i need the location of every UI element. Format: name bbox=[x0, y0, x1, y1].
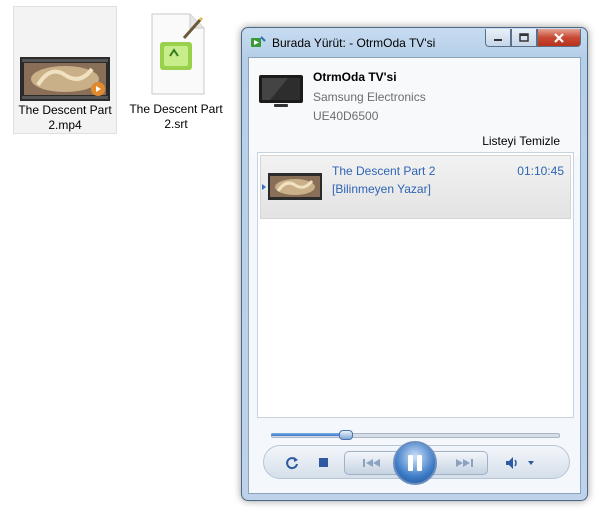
playlist-item-artist: [Bilinmeyen Yazar] bbox=[332, 182, 431, 196]
video-thumbnail bbox=[268, 173, 322, 200]
next-icon bbox=[456, 459, 473, 467]
file-name-line2: 2.mp4 bbox=[48, 118, 82, 132]
play-to-window: Burada Yürüt: - OtrmOda TV'si OtrmOda TV… bbox=[241, 27, 588, 501]
maximize-button[interactable] bbox=[511, 29, 537, 47]
tv-icon bbox=[259, 75, 303, 107]
playlist-item-title: The Descent Part 2 bbox=[332, 164, 436, 178]
window-title: Burada Yürüt: - OtrmOda TV'si bbox=[272, 36, 436, 50]
file-name-line1: The Descent Part bbox=[129, 102, 223, 116]
repeat-icon bbox=[286, 457, 298, 470]
window-client-area: OtrmOda TV'si Samsung Electronics UE40D6… bbox=[248, 57, 581, 494]
previous-icon bbox=[363, 459, 380, 467]
device-manufacturer: Samsung Electronics bbox=[313, 90, 426, 104]
playlist-item[interactable]: The Descent Part 2 [Bilinmeyen Yazar] 01… bbox=[260, 155, 571, 219]
file-name-line1: The Descent Part bbox=[18, 103, 112, 117]
desktop-file-video[interactable]: The Descent Part 2.mp4 bbox=[13, 6, 117, 134]
previous-button[interactable] bbox=[360, 455, 384, 471]
device-model: UE40D6500 bbox=[313, 109, 379, 123]
clear-list-link[interactable]: Listeyi Temizle bbox=[482, 134, 560, 148]
pause-button[interactable] bbox=[393, 441, 437, 485]
file-name-line2: 2.srt bbox=[164, 117, 188, 131]
video-file-icon bbox=[20, 57, 110, 101]
maximize-icon bbox=[519, 33, 529, 42]
volume-dropdown-button[interactable] bbox=[526, 455, 536, 471]
device-name: OtrmOda TV'si bbox=[313, 70, 397, 84]
pause-icon bbox=[408, 455, 422, 471]
seek-handle[interactable] bbox=[339, 430, 354, 440]
play-to-app-icon bbox=[251, 36, 266, 47]
title-bar[interactable]: Burada Yürüt: - OtrmOda TV'si bbox=[242, 28, 587, 56]
playlist-item-duration: 01:10:45 bbox=[517, 164, 564, 178]
device-info: OtrmOda TV'si Samsung Electronics UE40D6… bbox=[249, 58, 580, 156]
next-button[interactable] bbox=[452, 455, 476, 471]
minimize-icon bbox=[494, 38, 502, 41]
seek-bar[interactable] bbox=[271, 430, 560, 440]
subtitle-file-icon bbox=[151, 13, 205, 95]
seek-progress bbox=[271, 433, 347, 436]
desktop-file-subtitle[interactable]: The Descent Part 2.srt bbox=[124, 6, 228, 134]
transport-controls bbox=[263, 441, 570, 485]
now-playing-arrow-icon bbox=[262, 184, 266, 190]
close-button[interactable] bbox=[537, 29, 581, 47]
stop-button[interactable] bbox=[319, 458, 328, 467]
repeat-button[interactable] bbox=[284, 455, 300, 471]
close-icon bbox=[554, 32, 564, 43]
minimize-button[interactable] bbox=[485, 29, 511, 47]
volume-button[interactable] bbox=[504, 455, 520, 471]
volume-icon bbox=[506, 457, 517, 469]
playlist: The Descent Part 2 [Bilinmeyen Yazar] 01… bbox=[257, 152, 574, 418]
chevron-down-icon bbox=[528, 461, 534, 465]
